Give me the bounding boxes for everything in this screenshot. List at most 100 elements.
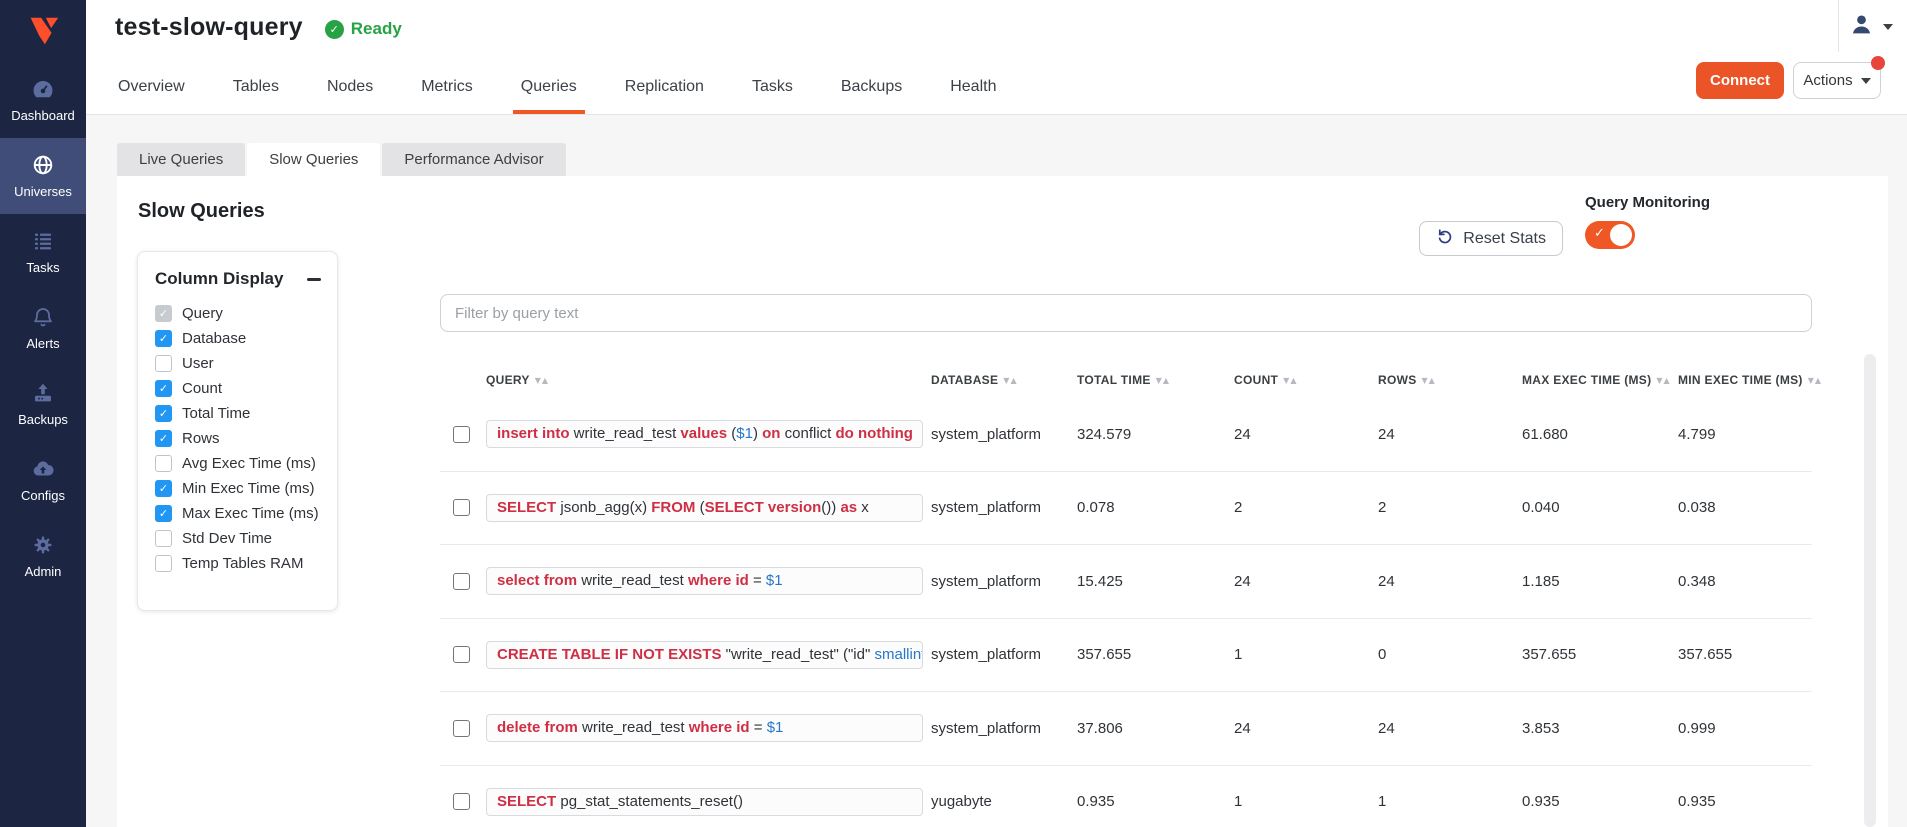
tab-nodes[interactable]: Nodes (303, 59, 397, 114)
tab-tasks[interactable]: Tasks (728, 59, 817, 114)
page-title: test-slow-query (115, 13, 303, 42)
query-text-chip[interactable]: select from write_read_test where id = $… (486, 567, 923, 595)
column-header-rows[interactable]: ROWS▼▲ (1378, 373, 1522, 387)
sidebar-item-alerts[interactable]: Alerts (0, 290, 86, 366)
connect-button[interactable]: Connect (1696, 62, 1784, 99)
tab-backups[interactable]: Backups (817, 59, 926, 114)
tab-metrics[interactable]: Metrics (397, 59, 497, 114)
queries-table: QUERY▼▲DATABASE▼▲TOTAL TIME▼▲COUNT▼▲ROWS… (440, 294, 1812, 827)
checkbox-icon[interactable]: ✓ (155, 305, 172, 322)
query-subtabs: Live QueriesSlow QueriesPerformance Advi… (117, 143, 1907, 176)
column-header-query[interactable]: QUERY▼▲ (486, 373, 931, 387)
query-monitoring-toggle[interactable]: ✓ (1585, 221, 1635, 249)
checkbox-icon[interactable]: ✓ (155, 505, 172, 522)
column-header-max-exec-time-ms-[interactable]: MAX EXEC TIME (MS)▼▲ (1522, 373, 1678, 387)
option-label: User (182, 355, 214, 372)
user-avatar-icon (1849, 12, 1874, 42)
checkbox-icon[interactable] (155, 455, 172, 472)
checkbox-icon[interactable] (155, 355, 172, 372)
check-circle-icon: ✓ (325, 20, 344, 39)
column-option-max-exec-time-ms-: ✓ Max Exec Time (ms) (155, 501, 337, 526)
sidebar-item-universes[interactable]: Universes (0, 138, 86, 214)
cell-max-exec-ms: 0.040 (1522, 499, 1678, 516)
sort-icon[interactable]: ▼▲ (1808, 376, 1822, 385)
caret-down-icon (1861, 78, 1871, 84)
sort-icon[interactable]: ▼▲ (1156, 376, 1170, 385)
tab-queries[interactable]: Queries (497, 59, 601, 114)
sidebar-item-tasks[interactable]: Tasks (0, 214, 86, 290)
checkbox-icon[interactable]: ✓ (155, 480, 172, 497)
actions-button[interactable]: Actions (1793, 62, 1881, 99)
column-header-min-exec-time-ms-[interactable]: MIN EXEC TIME (MS)▼▲ (1678, 373, 1822, 387)
column-header-total-time[interactable]: TOTAL TIME▼▲ (1077, 373, 1234, 387)
checkbox-icon[interactable]: ✓ (155, 405, 172, 422)
row-checkbox[interactable] (453, 499, 470, 516)
column-option-min-exec-time-ms-: ✓Min Exec Time (ms) (155, 476, 337, 501)
tab-health[interactable]: Health (926, 59, 1020, 114)
sort-icon[interactable]: ▼▲ (1422, 376, 1436, 385)
checkbox-icon[interactable]: ✓ (155, 380, 172, 397)
user-menu[interactable] (1849, 12, 1893, 42)
caret-down-icon (1883, 24, 1893, 30)
query-text-chip[interactable]: CREATE TABLE IF NOT EXISTS "write_read_t… (486, 641, 923, 669)
sidebar-item-backups[interactable]: Backups (0, 366, 86, 442)
row-checkbox[interactable] (453, 646, 470, 663)
cell-total-time: 357.655 (1077, 646, 1234, 663)
checkbox-icon[interactable] (155, 530, 172, 547)
row-checkbox[interactable] (453, 720, 470, 737)
cell-database: system_platform (931, 426, 1077, 443)
option-label: Avg Exec Time (ms) (182, 455, 316, 472)
cell-count: 1 (1234, 646, 1378, 663)
column-option-avg-exec-time-ms-: Avg Exec Time (ms) (155, 451, 337, 476)
sidebar-item-label: Tasks (26, 260, 59, 275)
cell-rows: 24 (1378, 426, 1522, 443)
cell-max-exec-ms: 1.185 (1522, 573, 1678, 590)
column-header-count[interactable]: COUNT▼▲ (1234, 373, 1378, 387)
table-row: SELECT jsonb_agg(x) FROM (SELECT version… (440, 472, 1812, 546)
sort-icon[interactable]: ▼▲ (535, 376, 549, 385)
query-text-chip[interactable]: SELECT pg_stat_statements_reset() (486, 788, 923, 816)
sort-icon[interactable]: ▼▲ (1656, 376, 1670, 385)
reset-stats-label: Reset Stats (1463, 230, 1546, 248)
cell-min-exec-ms: 357.655 (1678, 646, 1812, 663)
tab-tables[interactable]: Tables (209, 59, 303, 114)
row-checkbox[interactable] (453, 573, 470, 590)
option-label: Total Time (182, 405, 250, 422)
collapse-minus-icon[interactable] (307, 278, 321, 281)
cell-min-exec-ms: 0.348 (1678, 573, 1812, 590)
row-checkbox[interactable] (453, 426, 470, 443)
sidebar-nav: Dashboard Universes Tasks AlertsBackupsConf… (0, 62, 86, 594)
tab-overview[interactable]: Overview (94, 59, 209, 114)
tab-replication[interactable]: Replication (601, 59, 728, 114)
query-filter-input[interactable] (440, 294, 1812, 332)
sort-icon[interactable]: ▼▲ (1003, 376, 1017, 385)
reset-stats-button[interactable]: Reset Stats (1419, 221, 1563, 256)
subtab-live-queries[interactable]: Live Queries (117, 143, 245, 176)
query-text-chip[interactable]: insert into write_read_test values ($1) … (486, 420, 923, 448)
cell-total-time: 324.579 (1077, 426, 1234, 443)
admin-gear-icon (31, 533, 55, 557)
sidebar: Dashboard Universes Tasks AlertsBackupsConf… (0, 0, 86, 827)
subtab-performance-advisor[interactable]: Performance Advisor (382, 143, 565, 176)
column-option-user: User (155, 351, 337, 376)
sidebar-item-admin[interactable]: Admin (0, 518, 86, 594)
option-label: Max Exec Time (ms) (182, 505, 319, 522)
title-row: test-slow-query ✓ Ready (86, 0, 1907, 42)
vertical-scrollbar[interactable] (1864, 354, 1876, 827)
yugabyte-logo-icon[interactable] (0, 0, 86, 62)
sidebar-item-dashboard[interactable]: Dashboard (0, 62, 86, 138)
row-checkbox[interactable] (453, 793, 470, 810)
sidebar-item-configs[interactable]: Configs (0, 442, 86, 518)
table-header-row: QUERY▼▲DATABASE▼▲TOTAL TIME▼▲COUNT▼▲ROWS… (440, 362, 1812, 398)
alerts-bell-icon (31, 305, 55, 329)
column-option-database: ✓Database (155, 326, 337, 351)
sidebar-item-label: Universes (14, 184, 72, 199)
query-text-chip[interactable]: SELECT jsonb_agg(x) FROM (SELECT version… (486, 494, 923, 522)
checkbox-icon[interactable] (155, 555, 172, 572)
column-header-database[interactable]: DATABASE▼▲ (931, 373, 1077, 387)
query-text-chip[interactable]: delete from write_read_test where id = $… (486, 714, 923, 742)
checkbox-icon[interactable]: ✓ (155, 330, 172, 347)
checkbox-icon[interactable]: ✓ (155, 430, 172, 447)
subtab-slow-queries[interactable]: Slow Queries (247, 143, 380, 176)
sort-icon[interactable]: ▼▲ (1283, 376, 1297, 385)
